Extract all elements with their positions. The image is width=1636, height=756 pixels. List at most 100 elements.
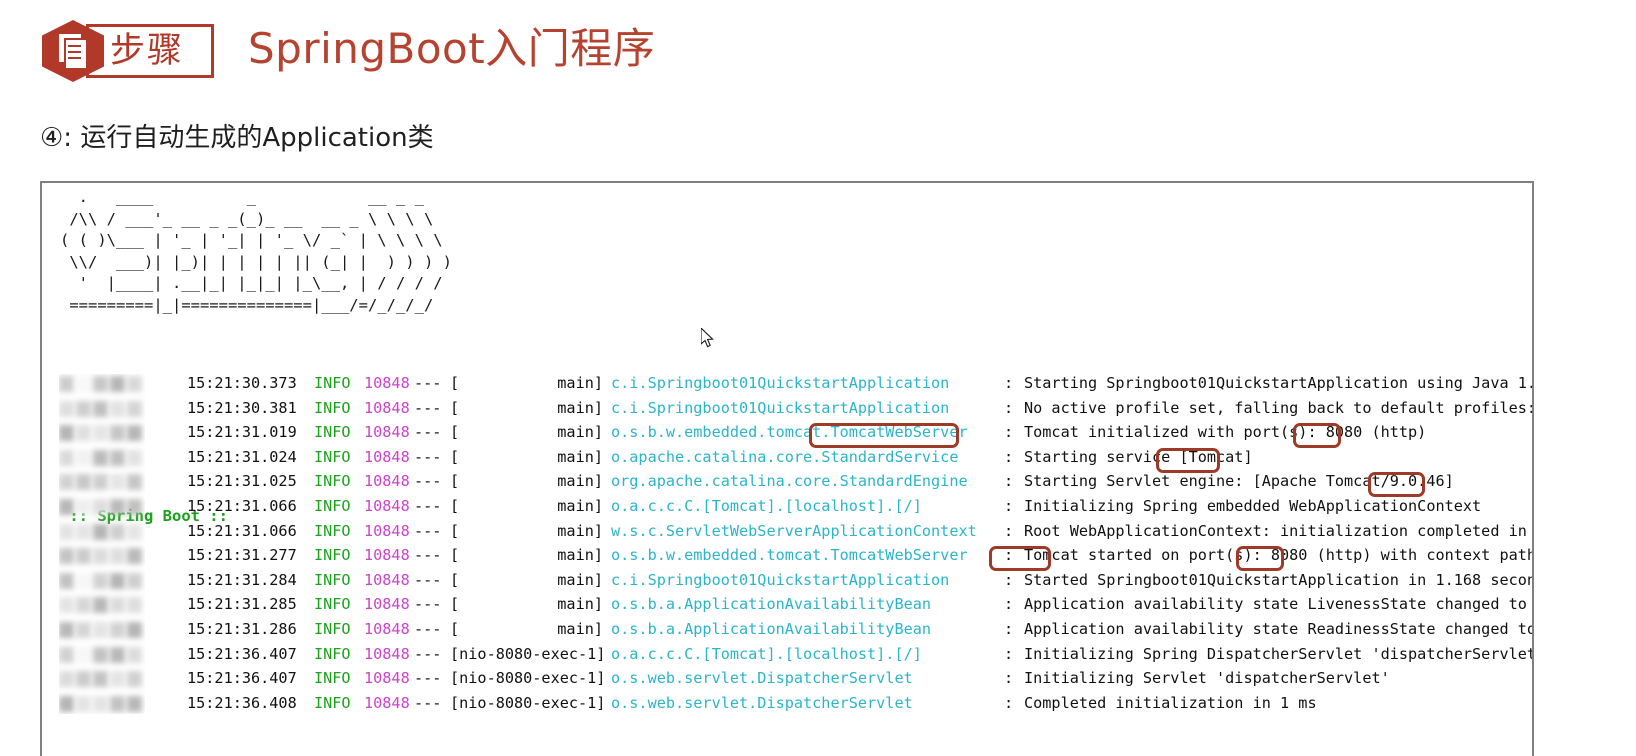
log-pid: 10848 [364, 570, 410, 589]
log-level: INFO [314, 374, 351, 392]
log-level: INFO [314, 398, 351, 417]
log-time: 15:21:36.408 [187, 693, 297, 712]
log-pid: 10848 [364, 374, 410, 392]
log-thread-name: main] [557, 521, 603, 540]
document-line-2 [68, 51, 81, 53]
log-thread-name: main] [557, 595, 603, 614]
log-message: Root WebApplicationContext: initializati… [1024, 521, 1534, 540]
log-pid: 10848 [364, 398, 410, 417]
log-colon: : [1004, 619, 1014, 638]
log-line: 15:21:36.407 INFO 10848 --- [nio-8080-exec-1… [42, 666, 1532, 691]
log-colon: : [1004, 398, 1014, 417]
log-logger: c.i.Springboot01QuickstartApplication [611, 398, 950, 417]
log-level: INFO [314, 472, 351, 491]
log-logger: o.s.b.w.embedded.tomcat.TomcatWebServer [611, 423, 968, 442]
log-colon: : [1004, 496, 1014, 515]
log-level: INFO [314, 619, 351, 638]
log-message: Initializing Spring embedded WebApplicat… [1024, 496, 1482, 515]
page-header: 步骤 SpringBoot入门程序 ④: 运行自动生成的Application类 [0, 0, 1636, 153]
log-level: INFO [314, 644, 351, 663]
log-message: Started Springboot01QuickstartApplicatio… [1024, 570, 1534, 589]
log-thread-name: main] [557, 619, 603, 638]
log-level: INFO [314, 447, 351, 466]
log-colon: : [1004, 693, 1014, 712]
log-time: 15:21:31.277 [187, 546, 297, 565]
log-logger: o.s.b.w.embedded.tomcat.TomcatWebServer [611, 546, 968, 565]
log-dash: --- [414, 472, 442, 491]
log-logger: o.s.web.servlet.DispatcherServlet [611, 693, 913, 712]
log-line: 15:21:31.019 INFO 10848 ---[main] o.s.b.w.em… [42, 420, 1532, 445]
log-time: 15:21:31.286 [187, 619, 297, 638]
log-level: INFO [314, 496, 351, 515]
log-thread-name: main] [557, 570, 603, 589]
log-dash: --- [414, 693, 442, 712]
log-dash: --- [414, 595, 442, 614]
log-logger: o.s.b.a.ApplicationAvailabilityBean [611, 619, 932, 638]
log-time: 15:21:30.381 [187, 398, 297, 417]
log-dash: --- [414, 398, 442, 417]
log-logger: o.a.c.c.C.[Tomcat].[localhost].[/] [611, 644, 922, 663]
log-message: Initializing Spring DispatcherServlet 'd… [1024, 644, 1534, 663]
console-output-panel[interactable]: . ____ _ __ _ _ /\\ / ___'_ __ _ _(_)_ _… [40, 181, 1534, 756]
log-pid: 10848 [364, 693, 410, 712]
log-colon: : [1004, 423, 1014, 442]
log-pid: 10848 [364, 595, 410, 614]
log-line: 15:21:31.286 INFO 10848 ---[main] o.s.b.a.Ap… [42, 617, 1532, 642]
log-time: 15:21:31.019 [187, 423, 297, 442]
log-thread: [nio-8080-exec-1] [450, 669, 606, 688]
log-level: INFO [314, 693, 351, 712]
log-line: 15:21:31.285 INFO 10848 ---[main] o.s.b.a.Ap… [42, 592, 1532, 617]
log-colon: : [1004, 570, 1014, 589]
log-level: INFO [314, 669, 351, 688]
log-logger: o.a.c.c.C.[Tomcat].[localhost].[/] [611, 496, 922, 515]
document-page-front [64, 38, 87, 68]
log-time: 15:21:36.407 [187, 644, 297, 663]
log-message: Starting service [Tomcat] [1024, 447, 1253, 466]
step-badge: 步骤 [42, 20, 214, 82]
log-thread-name: main] [557, 423, 603, 442]
page-title: SpringBoot入门程序 [248, 24, 656, 73]
log-line: 15:21:30.373 INFO 10848 ---[main] c.i.Spring… [42, 371, 1534, 396]
log-pid: 10848 [364, 472, 410, 491]
log-colon: : [1004, 669, 1014, 688]
log-message: Starting Servlet engine: [Apache Tomcat/… [1024, 472, 1454, 491]
log-line-list: 15:21:30.373 INFO 10848 ---[main] c.i.Spring… [42, 371, 1534, 716]
log-time: 15:21:31.284 [187, 570, 297, 589]
log-logger: o.s.web.servlet.DispatcherServlet [611, 669, 913, 688]
log-dash: --- [414, 521, 442, 540]
log-dash: --- [414, 447, 442, 466]
log-message: Tomcat started on port(s): 8080 (http) w… [1024, 546, 1534, 565]
log-line: 15:21:31.066 INFO 10848 ---[main] w.s.c.Serv… [42, 519, 1534, 544]
log-time: 15:21:31.024 [187, 447, 297, 466]
log-time: 15:21:36.407 [187, 669, 297, 688]
log-line: 15:21:31.024 INFO 10848 ---[main] o.apache.c… [42, 445, 1532, 470]
log-logger: w.s.c.ServletWebServerApplicationContext [611, 521, 977, 540]
log-level: INFO [314, 570, 351, 589]
log-thread-name: main] [557, 546, 603, 565]
log-line: 15:21:31.277 INFO 10848 ---[main] o.s.b.w.em… [42, 543, 1534, 568]
log-dash: --- [414, 619, 442, 638]
log-dash: --- [414, 570, 442, 589]
log-time: 15:21:31.025 [187, 472, 297, 491]
log-colon: : [1004, 447, 1014, 466]
log-dash: --- [414, 546, 442, 565]
log-colon: : [1004, 595, 1014, 614]
log-dash: --- [414, 669, 442, 688]
log-colon: : [1004, 546, 1014, 565]
log-pid: 10848 [364, 669, 410, 688]
log-pid: 10848 [364, 423, 410, 442]
log-time: 15:21:31.066 [187, 521, 297, 540]
log-message: Tomcat initialized with port(s): 8080 (h… [1024, 423, 1427, 442]
log-level: INFO [314, 546, 351, 565]
log-level: INFO [314, 595, 351, 614]
log-thread-name: main] [557, 374, 603, 392]
log-line: 15:21:36.408 INFO 10848 --- [nio-8080-exec-1… [42, 691, 1532, 716]
log-thread-name: main] [557, 472, 603, 491]
log-pid: 10848 [364, 496, 410, 515]
log-time: 15:21:31.285 [187, 595, 297, 614]
log-message: Starting Springboot01QuickstartApplicati… [1024, 374, 1534, 392]
log-colon: : [1004, 521, 1014, 540]
log-message: No active profile set, falling back to d… [1024, 398, 1534, 417]
log-logger: o.apache.catalina.core.StandardService [611, 447, 959, 466]
log-line: 15:21:31.284 INFO 10848 ---[main] c.i.Spring… [42, 568, 1534, 593]
